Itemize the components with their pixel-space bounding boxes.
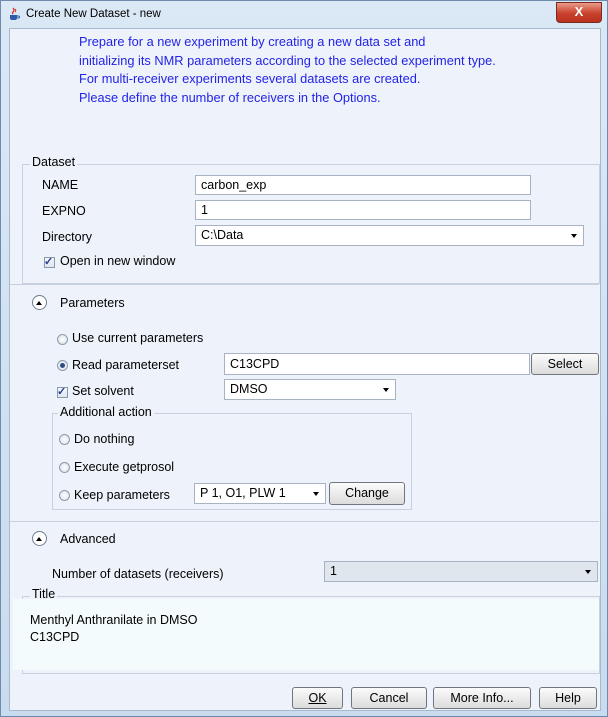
- execute-getprosol-radio[interactable]: [59, 462, 70, 473]
- directory-label: Directory: [42, 230, 93, 244]
- close-button[interactable]: X: [556, 2, 602, 23]
- do-nothing-radio[interactable]: [59, 434, 70, 445]
- keep-parameters-radio[interactable]: [59, 490, 70, 501]
- intro-line: initializing its NMR parameters accordin…: [79, 52, 496, 68]
- cancel-button[interactable]: Cancel: [351, 687, 427, 709]
- name-field[interactable]: carbon_exp: [195, 175, 531, 195]
- more-info-button[interactable]: More Info...: [433, 687, 531, 709]
- checkmark-icon: ✓: [44, 256, 54, 268]
- set-solvent-checkbox[interactable]: ✓: [57, 386, 68, 398]
- intro-line: Prepare for a new experiment by creating…: [79, 34, 426, 49]
- title-bar[interactable]: Create New Dataset - new X: [1, 1, 607, 27]
- read-parameterset-radio[interactable]: [57, 360, 68, 371]
- advanced-collapse-icon[interactable]: [32, 531, 47, 546]
- divider: [10, 521, 599, 522]
- num-datasets-label: Number of datasets (receivers): [52, 567, 224, 581]
- divider: [10, 284, 599, 285]
- java-coffee-icon: [10, 7, 20, 20]
- directory-dropdown[interactable]: C:\Data: [195, 225, 584, 246]
- dataset-group-label: Dataset: [30, 155, 78, 169]
- open-new-window-label: Open in new window: [60, 254, 176, 268]
- chevron-down-icon: [313, 492, 319, 496]
- expno-label: EXPNO: [42, 204, 86, 218]
- num-datasets-dropdown[interactable]: 1: [324, 561, 598, 582]
- chevron-down-icon: [571, 234, 577, 238]
- select-button[interactable]: Select: [531, 353, 599, 375]
- open-new-window-checkbox[interactable]: ✓: [44, 256, 55, 268]
- parameterset-field[interactable]: C13CPD: [224, 353, 530, 375]
- solvent-dropdown[interactable]: DMSO: [224, 379, 396, 400]
- keep-parameters-label: Keep parameters: [74, 488, 170, 502]
- ok-button[interactable]: OK: [292, 687, 343, 709]
- ok-label: OK: [308, 691, 327, 705]
- advanced-section-label: Advanced: [60, 532, 116, 546]
- change-button[interactable]: Change: [329, 482, 405, 505]
- solvent-value: DMSO: [230, 382, 268, 396]
- cancel-label: Cancel: [369, 691, 409, 705]
- additional-action-label: Additional action: [58, 405, 154, 419]
- close-icon: X: [574, 4, 584, 19]
- use-current-radio[interactable]: [57, 334, 68, 345]
- more-info-label: More Info...: [450, 691, 514, 705]
- directory-value: C:\Data: [201, 228, 244, 242]
- help-button[interactable]: Help: [539, 687, 597, 709]
- title-line: Menthyl Anthranilate in DMSO: [30, 613, 198, 627]
- parameters-collapse-icon[interactable]: [32, 295, 47, 310]
- do-nothing-label: Do nothing: [74, 432, 135, 446]
- checkmark-icon: ✓: [57, 386, 67, 398]
- set-solvent-label: Set solvent: [72, 384, 134, 398]
- use-current-label: Use current parameters: [72, 331, 204, 345]
- dialog-window: Create New Dataset - new X Prepare for a…: [0, 0, 608, 717]
- keep-parameters-dropdown[interactable]: P 1, O1, PLW 1: [194, 483, 326, 504]
- title-line: C13CPD: [30, 630, 80, 644]
- title-textarea[interactable]: Menthyl Anthranilate in DMSO C13CPD: [13, 599, 599, 670]
- help-label: Help: [555, 691, 581, 705]
- expno-field[interactable]: 1: [195, 200, 531, 220]
- keep-parameters-value: P 1, O1, PLW 1: [200, 486, 286, 500]
- parameters-section-label: Parameters: [60, 296, 125, 310]
- read-parameterset-label: Read parameterset: [72, 358, 180, 372]
- intro-line: For multi-receiver experiments several d…: [79, 71, 421, 86]
- chevron-down-icon: [585, 570, 591, 574]
- intro-text: Prepare for a new experiment by creating…: [79, 33, 559, 107]
- window-title: Create New Dataset - new: [26, 8, 161, 20]
- num-datasets-value: 1: [330, 564, 337, 578]
- chevron-down-icon: [383, 388, 389, 392]
- execute-getprosol-label: Execute getprosol: [74, 460, 175, 474]
- intro-line: Please define the number of receivers in…: [79, 89, 381, 105]
- name-label: NAME: [42, 178, 79, 192]
